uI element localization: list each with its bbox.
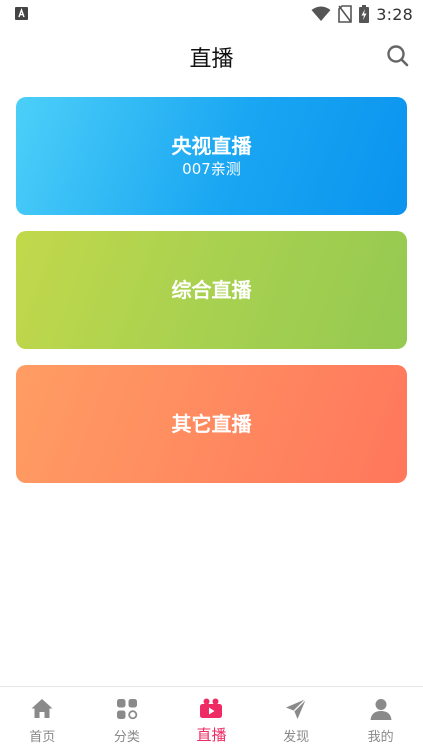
status-time: 3:28 [376,4,413,24]
tab-home[interactable]: 首页 [0,687,85,752]
search-icon[interactable] [385,43,411,69]
tab-label: 分类 [113,730,140,745]
status-icons: 3:28 [311,4,413,24]
search-button[interactable] [385,43,411,69]
card-subtitle: 007亲测 [182,159,241,178]
other-live-card[interactable]: 其它直播 [16,365,407,483]
category-icon [116,699,138,720]
tab-label: 首页 [29,730,56,745]
card-title: 其它直播 [171,412,252,436]
card-title: 央视直播 [171,133,252,158]
live-category-list: 央视直播 007亲测 综合直播 其它直播 [16,97,407,499]
bottom-tab-bar: 首页 分类 直播 发现 我的 [0,686,423,752]
card-title: 综合直播 [171,278,252,302]
battery-charging-icon [359,5,370,23]
general-live-card[interactable]: 综合直播 [16,231,407,349]
discover-icon [286,698,307,719]
app-header: 直播 [0,28,423,84]
cctv-live-card[interactable]: 央视直播 007亲测 [16,97,407,215]
wifi-icon [311,6,331,21]
live-camera-icon [200,698,223,718]
tab-label: 发现 [283,730,310,745]
tab-label: 直播 [196,726,227,744]
tab-profile[interactable]: 我的 [338,687,423,752]
no-sim-icon [338,5,353,23]
app-notification-icon [15,7,28,20]
home-icon [31,699,53,718]
profile-icon [370,699,392,720]
tab-live[interactable]: 直播 [169,687,254,752]
page-title: 直播 [189,47,234,72]
tab-discover[interactable]: 发现 [254,687,339,752]
tab-category[interactable]: 分类 [85,687,170,752]
tab-label: 我的 [367,730,394,745]
status-bar: 3:28 [0,0,423,28]
